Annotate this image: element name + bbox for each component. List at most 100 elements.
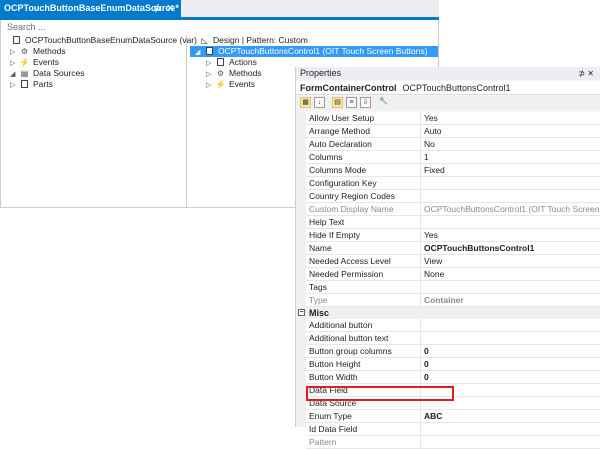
property-value[interactable]: Auto bbox=[424, 125, 600, 137]
grid-separator bbox=[420, 216, 421, 228]
grid-separator bbox=[420, 190, 421, 202]
pin-icon[interactable]: ⊅ bbox=[153, 0, 161, 17]
grid-separator bbox=[420, 371, 421, 383]
property-value[interactable]: OCPTouchButtonsControl1 bbox=[424, 242, 600, 254]
object-type: FormContainerControl bbox=[300, 83, 397, 93]
property-name: Needed Permission bbox=[309, 269, 384, 279]
property-row[interactable]: Auto Declaration No bbox=[306, 138, 600, 151]
property-row[interactable]: Columns Mode Fixed bbox=[306, 164, 600, 177]
tree-item-control-selected[interactable]: ◢ OCPTouchButtonsControl1 (OIT Touch Scre… bbox=[190, 46, 438, 57]
property-value[interactable]: ABC bbox=[424, 410, 600, 422]
property-name: Name bbox=[309, 243, 332, 253]
events-icon[interactable]: ≡ bbox=[346, 97, 357, 108]
tree-item-root[interactable]: OCPTouchButtonBaseEnumDataSource (var) bbox=[2, 35, 197, 46]
tree-item-data-sources[interactable]: ◢ ▤ Data Sources bbox=[2, 68, 185, 79]
property-name: Columns bbox=[309, 152, 343, 162]
property-row[interactable]: Id Data Field bbox=[306, 423, 600, 436]
grid-separator bbox=[420, 203, 421, 215]
properties-icon[interactable]: ▤ bbox=[332, 97, 343, 108]
pane-divider[interactable] bbox=[186, 35, 187, 207]
document-icon bbox=[13, 36, 20, 44]
property-row[interactable]: Needed Permission None bbox=[306, 268, 600, 281]
grid-separator bbox=[420, 164, 421, 176]
search-input[interactable]: Search ... bbox=[1, 21, 444, 33]
property-value[interactable]: Yes bbox=[424, 112, 600, 124]
property-row[interactable]: Allow User Setup Yes bbox=[306, 112, 600, 125]
property-value[interactable]: None bbox=[424, 268, 600, 280]
property-row[interactable]: Arrange Method Auto bbox=[306, 125, 600, 138]
tree-item-label: Design | Pattern: Custom bbox=[213, 35, 308, 45]
grid-separator bbox=[420, 138, 421, 150]
property-name: Additional button text bbox=[309, 333, 389, 343]
property-value[interactable]: Fixed bbox=[424, 164, 600, 176]
grid-separator bbox=[420, 112, 421, 124]
property-row[interactable]: Pattern bbox=[306, 436, 600, 449]
property-name: Country Region Codes bbox=[309, 191, 395, 201]
grid-separator bbox=[420, 125, 421, 137]
actions-icon bbox=[217, 58, 224, 66]
highlight-box bbox=[306, 386, 454, 401]
property-name: Auto Declaration bbox=[309, 139, 372, 149]
datasource-icon: ▤ bbox=[20, 69, 29, 78]
control-icon bbox=[206, 47, 213, 55]
property-value[interactable]: 0 bbox=[424, 371, 600, 383]
pages-icon[interactable]: ⇩ bbox=[360, 97, 371, 108]
property-name: Needed Access Level bbox=[309, 256, 391, 266]
property-value[interactable]: 0 bbox=[424, 358, 600, 370]
expand-arrow-icon[interactable]: ▷ bbox=[10, 80, 19, 91]
property-row[interactable]: Columns 1 bbox=[306, 151, 600, 164]
property-value[interactable]: View bbox=[424, 255, 600, 267]
tree-item-label: Events bbox=[33, 57, 59, 67]
document-tab[interactable]: OCPTouchButtonBaseEnumDataSource* ⊅ ✕ bbox=[0, 0, 181, 17]
property-row[interactable]: Tags bbox=[306, 281, 600, 294]
property-row[interactable]: Needed Access Level View bbox=[306, 255, 600, 268]
properties-toolbar: ▦ ↓ ▤ ≡ ⇩ 🔧 bbox=[296, 96, 600, 110]
property-row[interactable]: Additional button bbox=[306, 319, 600, 332]
property-value[interactable]: 0 bbox=[424, 345, 600, 357]
property-row[interactable]: Country Region Codes bbox=[306, 190, 600, 203]
property-row[interactable]: Hide If Empty Yes bbox=[306, 229, 600, 242]
property-name: Hide If Empty bbox=[309, 230, 361, 240]
property-row[interactable]: Button Width 0 bbox=[306, 371, 600, 384]
grid-separator bbox=[420, 151, 421, 163]
category-misc[interactable]: − Misc bbox=[298, 307, 600, 319]
property-value[interactable]: Container bbox=[424, 294, 600, 306]
property-row[interactable]: Button Height 0 bbox=[306, 358, 600, 371]
tree-item-label: Actions bbox=[229, 57, 257, 67]
property-row[interactable]: Button group columns 0 bbox=[306, 345, 600, 358]
tree-item-design[interactable]: ◺ Design | Pattern: Custom bbox=[190, 35, 438, 46]
property-value[interactable]: 1 bbox=[424, 151, 600, 163]
tree-item-methods[interactable]: ▷ ⚙ Methods bbox=[2, 46, 185, 57]
expand-arrow-icon[interactable]: ▷ bbox=[206, 80, 215, 91]
design-icon: ◺ bbox=[201, 36, 208, 45]
close-icon[interactable]: ✕ bbox=[166, 0, 174, 17]
property-row[interactable]: Type Container bbox=[306, 294, 600, 307]
tree-item-events[interactable]: ▷ ⚡ Events bbox=[2, 57, 185, 68]
property-value[interactable]: Yes bbox=[424, 229, 600, 241]
tree-item-label: Methods bbox=[33, 46, 66, 56]
property-row[interactable]: Additional button text bbox=[306, 332, 600, 345]
object-selector[interactable]: FormContainerControl OCPTouchButtonsContr… bbox=[296, 81, 600, 95]
grid-separator bbox=[420, 436, 421, 448]
grid-separator bbox=[420, 255, 421, 267]
property-row[interactable]: Custom Display Name OCPTouchButtonsContro… bbox=[306, 203, 600, 216]
pin-icon[interactable]: ⊅ ✕ bbox=[578, 67, 594, 80]
property-name: Button group columns bbox=[309, 346, 392, 356]
property-row[interactable]: Configuration Key bbox=[306, 177, 600, 190]
collapse-icon[interactable]: − bbox=[298, 309, 305, 316]
tree-item-label: Events bbox=[229, 79, 255, 89]
property-row[interactable]: Help Text bbox=[306, 216, 600, 229]
property-value[interactable]: No bbox=[424, 138, 600, 150]
property-name: Pattern bbox=[309, 437, 337, 447]
tree-item-parts[interactable]: ▷ Parts bbox=[2, 79, 185, 90]
property-value[interactable]: OCPTouchButtonsControl1 (OIT Touch Scree… bbox=[424, 203, 600, 215]
categorized-icon[interactable]: ▦ bbox=[300, 97, 311, 108]
property-name: Additional button bbox=[309, 320, 373, 330]
wrench-icon[interactable]: 🔧 bbox=[378, 97, 389, 108]
collapse-arrow-icon[interactable]: ◢ bbox=[195, 47, 204, 58]
tree-item-label: OCPTouchButtonsControl1 (OIT Touch Scree… bbox=[218, 46, 428, 56]
property-row-enum-type[interactable]: Enum Type ABC bbox=[306, 410, 600, 423]
alphabetical-icon[interactable]: ↓ bbox=[314, 97, 325, 108]
property-name: Button Height bbox=[309, 359, 361, 369]
property-row[interactable]: Name OCPTouchButtonsControl1 bbox=[306, 242, 600, 255]
